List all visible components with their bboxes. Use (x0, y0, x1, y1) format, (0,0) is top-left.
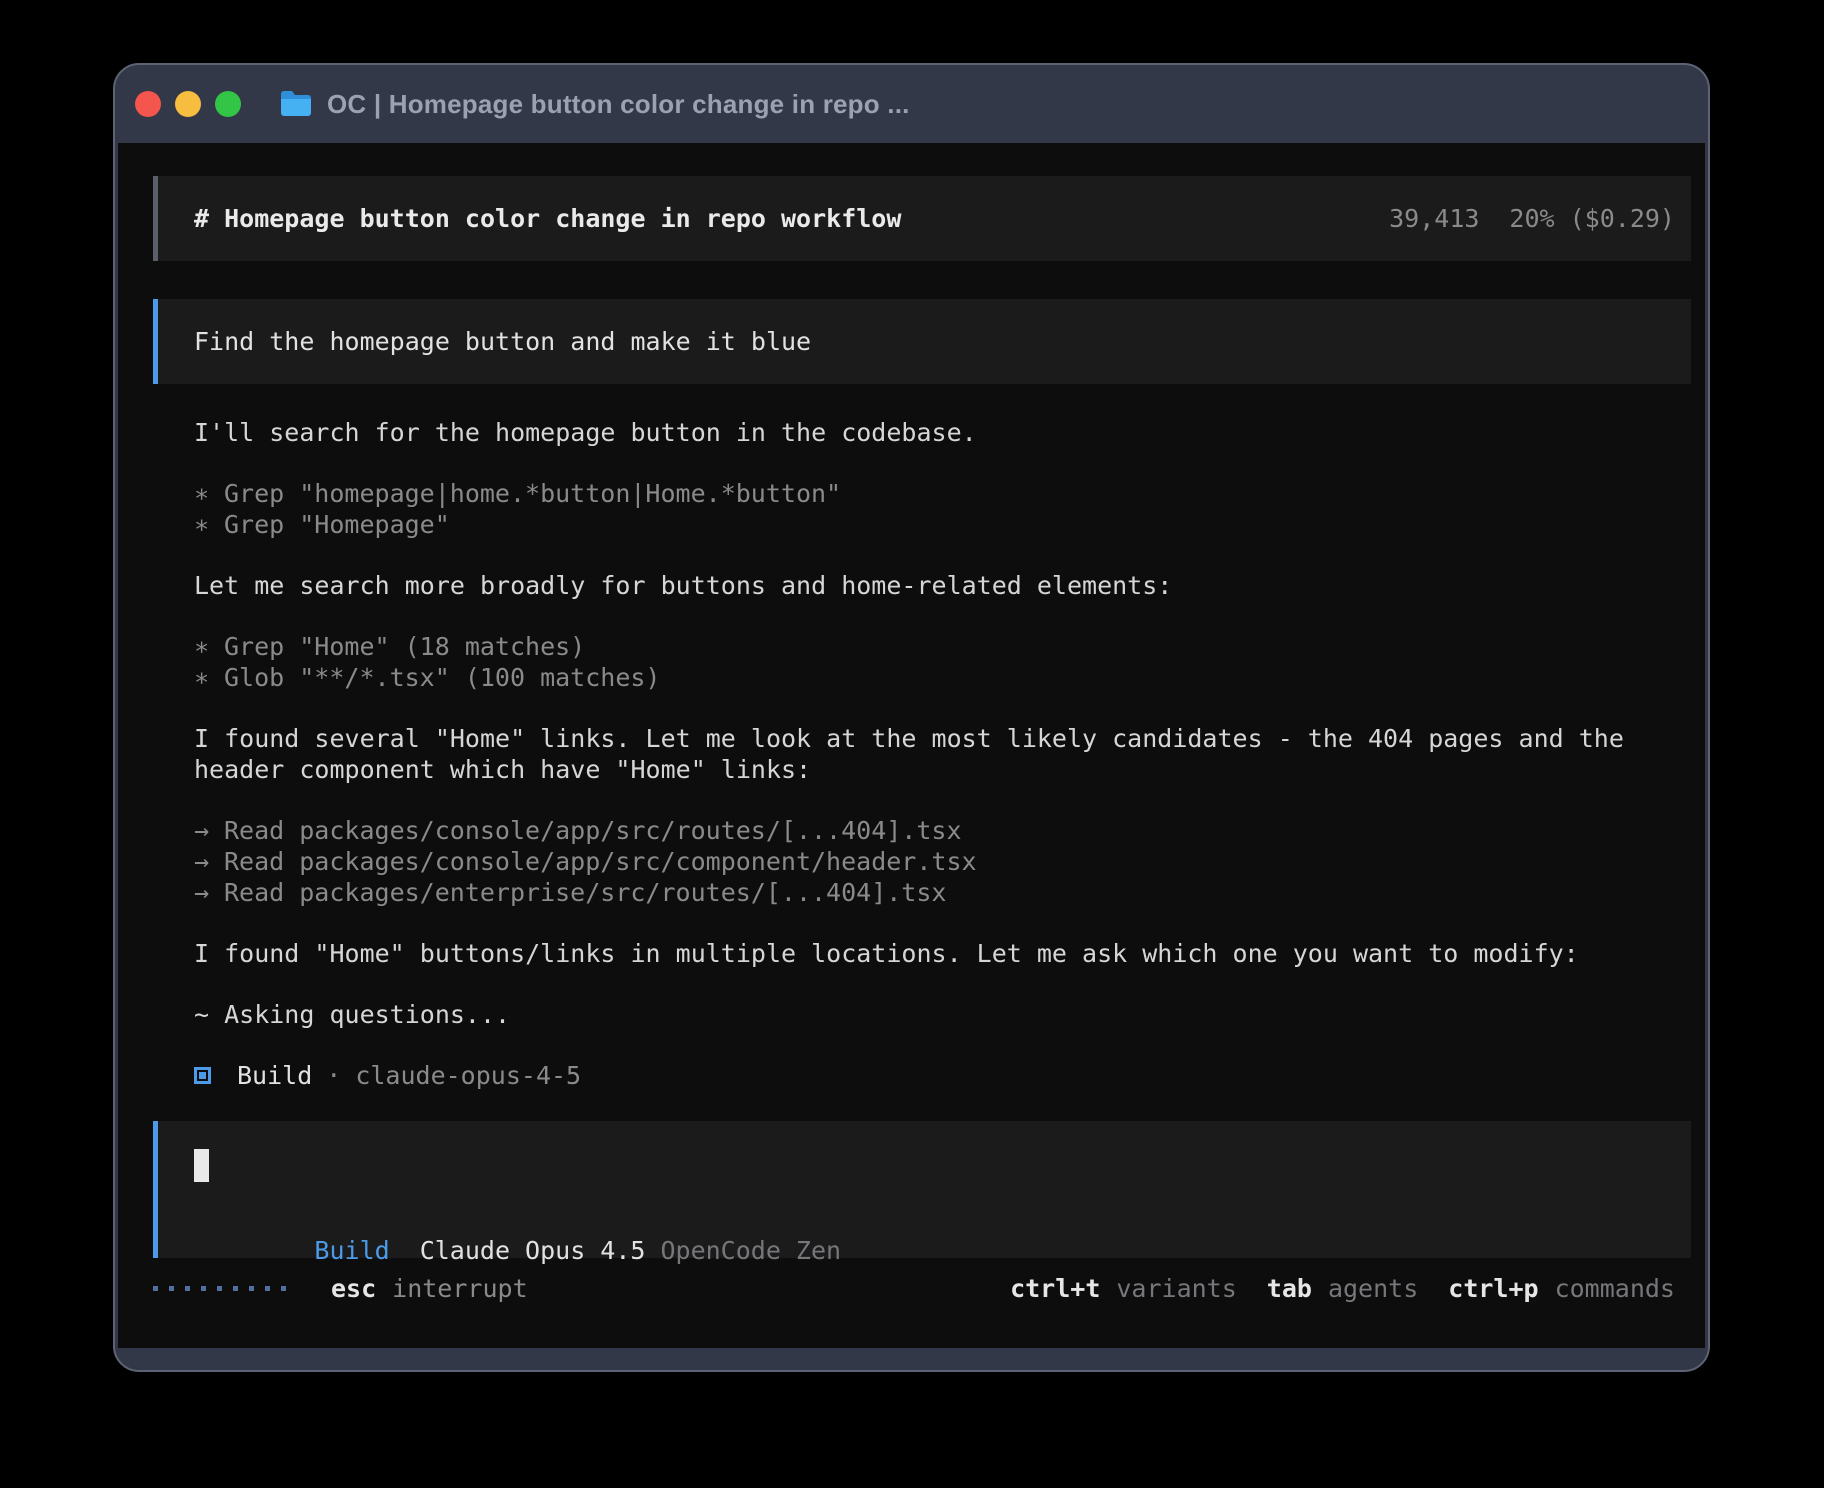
shortcut-label: commands (1555, 1274, 1675, 1303)
assistant-message: I'll search for the homepage button in t… (194, 417, 1664, 448)
status-left: esc interrupt (153, 1273, 528, 1304)
tool-call-line: ∗Grep "homepage|home.*button|Home.*butto… (194, 478, 1691, 509)
shortcut-agents: tab agents (1267, 1273, 1418, 1304)
arrow-right-icon: → (194, 846, 224, 877)
spinner-dot (265, 1286, 270, 1291)
tool-call-line: →Read packages/enterprise/src/routes/[..… (194, 877, 1691, 908)
shortcut-variants: ctrl+t variants (1010, 1273, 1237, 1304)
tool-call-line: ∗Glob "**/*.tsx" (100 matches) (194, 662, 1691, 693)
shortcut-key: tab (1267, 1274, 1312, 1303)
esc-key: esc (331, 1273, 376, 1304)
input-model-name: Claude Opus 4.5 (420, 1236, 646, 1265)
tool-call-line: ∗Grep "Homepage" (194, 509, 1691, 540)
tool-call-group: ∗Grep "homepage|home.*button|Home.*butto… (194, 478, 1691, 540)
shortcut-key: ctrl+t (1010, 1274, 1100, 1303)
input-provider-name: OpenCode Zen (660, 1236, 841, 1265)
session-title: # Homepage button color change in repo w… (194, 203, 901, 234)
spinner-dot (249, 1286, 254, 1291)
tool-call-text: Glob "**/*.tsx" (100 matches) (224, 663, 661, 692)
session-header: # Homepage button color change in repo w… (153, 176, 1691, 261)
shortcut-commands: ctrl+p commands (1448, 1273, 1675, 1304)
session-stats: 39,413 20% ($0.29) (1389, 203, 1675, 234)
working-status: ~ Asking questions... (194, 999, 1664, 1030)
spinner-dot (185, 1286, 190, 1291)
asterisk-icon: ∗ (194, 509, 224, 540)
close-button[interactable] (135, 91, 161, 117)
spinner-dot (153, 1286, 158, 1291)
tool-call-group: ∗Grep "Home" (18 matches) ∗Glob "**/*.ts… (194, 631, 1691, 693)
minimize-button[interactable] (175, 91, 201, 117)
tool-call-line: ∗Grep "Home" (18 matches) (194, 631, 1691, 662)
tool-call-group: →Read packages/console/app/src/routes/[.… (194, 815, 1691, 908)
model-id: claude-opus-4-5 (355, 1060, 581, 1091)
spinner-dot (217, 1286, 222, 1291)
prompt-input[interactable]: BuildClaude Opus 4.5OpenCode Zen (153, 1121, 1691, 1258)
window-title: OC | Homepage button color change in rep… (327, 89, 910, 120)
tool-call-text: Read packages/enterprise/src/routes/[...… (224, 878, 946, 907)
tool-call-text: Read packages/console/app/src/routes/[..… (224, 816, 962, 845)
user-message-text: Find the homepage button and make it blu… (194, 327, 811, 356)
titlebar: OC | Homepage button color change in rep… (115, 65, 1708, 143)
status-bar: esc interrupt ctrl+t variants tab agents c… (153, 1273, 1691, 1304)
agent-name: Build (237, 1060, 312, 1091)
asterisk-icon: ∗ (194, 478, 224, 509)
asterisk-icon: ∗ (194, 631, 224, 662)
folder-icon (279, 90, 313, 118)
spinner-dots (153, 1286, 297, 1291)
esc-label: interrupt (392, 1273, 527, 1304)
agent-badge-icon (194, 1067, 211, 1084)
asterisk-icon: ∗ (194, 662, 224, 693)
arrow-right-icon: → (194, 877, 224, 908)
terminal-window: OC | Homepage button color change in rep… (113, 63, 1710, 1372)
assistant-message: I found several "Home" links. Let me loo… (194, 723, 1664, 785)
spinner-dot (169, 1286, 174, 1291)
spinner-dot (281, 1286, 286, 1291)
assistant-message: I found "Home" buttons/links in multiple… (194, 938, 1664, 969)
shortcut-label: agents (1328, 1274, 1418, 1303)
tool-call-text: Grep "Homepage" (224, 510, 450, 539)
tool-call-line: →Read packages/console/app/src/component… (194, 846, 1691, 877)
tool-call-text: Grep "homepage|home.*button|Home.*button… (224, 479, 841, 508)
shortcut-label: variants (1116, 1274, 1236, 1303)
tool-call-text: Read packages/console/app/src/component/… (224, 847, 977, 876)
arrow-right-icon: → (194, 815, 224, 846)
shortcut-key: ctrl+p (1448, 1274, 1538, 1303)
zoom-button[interactable] (215, 91, 241, 117)
spinner-dot (233, 1286, 238, 1291)
assistant-message: Let me search more broadly for buttons a… (194, 570, 1664, 601)
token-count: 39,413 (1389, 204, 1479, 233)
context-cost: 20% ($0.29) (1509, 204, 1675, 233)
tool-call-line: →Read packages/console/app/src/routes/[.… (194, 815, 1691, 846)
terminal-content: # Homepage button color change in repo w… (118, 143, 1705, 1348)
tool-call-text: Grep "Home" (18 matches) (224, 632, 585, 661)
agent-status-row: Build · claude-opus-4-5 (194, 1060, 1691, 1091)
status-right: ctrl+t variants tab agents ctrl+p commands (980, 1273, 1675, 1304)
spinner-dot (201, 1286, 206, 1291)
text-cursor (194, 1149, 209, 1182)
separator-dot: · (326, 1060, 341, 1091)
user-message: Find the homepage button and make it blu… (153, 299, 1691, 384)
input-agent-name: Build (314, 1236, 389, 1265)
